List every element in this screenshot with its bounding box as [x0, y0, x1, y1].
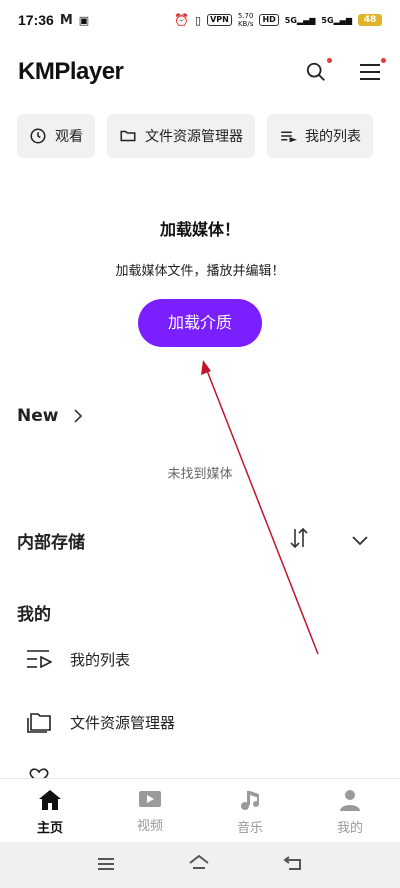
back-icon: [283, 856, 302, 870]
chip-file-explorer[interactable]: 文件资源管理器: [107, 114, 255, 158]
nav-label: 我的: [336, 821, 363, 836]
list-item-label: 文件资源管理器: [70, 713, 176, 732]
notification-dot: [381, 58, 386, 63]
mine-section-title: 我的: [17, 605, 51, 625]
nav-music[interactable]: 音乐: [200, 779, 300, 842]
chip-label: 我的列表: [305, 129, 361, 145]
nav-label: 主页: [36, 821, 63, 836]
clock-icon: [30, 128, 46, 144]
person-icon: [340, 790, 360, 811]
recents-button[interactable]: [97, 856, 115, 875]
load-media-button[interactable]: 加载介质: [138, 299, 262, 347]
mine-item-file-explorer[interactable]: 文件资源管理器: [26, 711, 175, 733]
sort-icon: [290, 527, 308, 549]
empty-media-note: 未找到媒体: [167, 467, 233, 482]
playlist-icon: [281, 131, 297, 143]
music-icon: [241, 791, 259, 810]
load-media-subtitle: 加载媒体文件，播放并编辑！: [115, 264, 285, 279]
folder-icon: [27, 713, 51, 733]
chip-watch[interactable]: 观看: [17, 114, 95, 158]
home-outline-icon: [189, 854, 209, 869]
expand-button[interactable]: [351, 531, 369, 550]
nav-video[interactable]: 视频: [100, 779, 200, 842]
chip-label: 观看: [55, 129, 83, 145]
app-header: KMPlayer: [0, 52, 400, 92]
new-section-header[interactable]: New: [17, 406, 84, 426]
menu-button[interactable]: [358, 58, 386, 84]
menu-icon: [97, 857, 114, 870]
search-button[interactable]: [304, 58, 332, 84]
storage-section-header: 内部存储: [17, 526, 383, 554]
vibrate-icon: ▯: [195, 13, 202, 27]
network-speed: 5.70 KB/s: [237, 12, 254, 28]
alarm-icon: ⏰: [174, 13, 190, 27]
sort-button[interactable]: [287, 526, 311, 554]
notification-icon: ▣: [78, 13, 90, 27]
load-media-title: 加载媒体！: [159, 220, 240, 239]
signal-2: 5G▂▄▆: [321, 15, 352, 25]
signal-1: 5G▂▄▆: [284, 15, 316, 25]
home-icon: [39, 790, 61, 810]
nav-home[interactable]: 主页: [0, 779, 100, 842]
search-icon: [306, 62, 325, 81]
home-button[interactable]: [188, 854, 210, 876]
nav-mine[interactable]: 我的: [300, 779, 400, 842]
section-title: New: [17, 406, 59, 426]
playlist-icon: [27, 650, 52, 669]
status-time: 17:36: [18, 12, 54, 28]
load-media-panel: 加载媒体！ 加载媒体文件，播放并编辑！ 加载介质: [0, 216, 400, 347]
bottom-navigation: 主页 视频 音乐 我的: [0, 778, 400, 842]
chevron-down-icon: [352, 535, 368, 545]
nav-label: 音乐: [236, 821, 263, 836]
hd-badge: HD: [259, 14, 279, 26]
chevron-right-icon: [74, 409, 83, 423]
status-bar: 17:36 M ▣ ⏰ ▯ VPN 5.70 KB/s HD 5G▂▄▆ 5G▂…: [0, 0, 400, 40]
system-navigation-bar: [0, 842, 400, 888]
nav-label: 视频: [136, 819, 163, 834]
list-item-label: 我的列表: [70, 650, 131, 669]
quick-access-chips: 观看 文件资源管理器 我的列表: [17, 114, 373, 158]
video-icon: [139, 791, 161, 807]
notification-dot: [327, 58, 332, 63]
app-logo: KMPlayer: [18, 58, 124, 85]
gmail-icon: M: [59, 12, 73, 28]
menu-icon: [360, 64, 380, 80]
vpn-badge: VPN: [207, 14, 232, 26]
chip-my-list[interactable]: 我的列表: [267, 114, 373, 158]
chip-label: 文件资源管理器: [145, 129, 243, 145]
folder-icon: [120, 130, 136, 142]
mine-item-my-list[interactable]: 我的列表: [26, 648, 130, 670]
back-button[interactable]: [283, 855, 303, 875]
section-title: 内部存储: [17, 532, 85, 553]
battery-indicator: 48: [358, 14, 382, 26]
